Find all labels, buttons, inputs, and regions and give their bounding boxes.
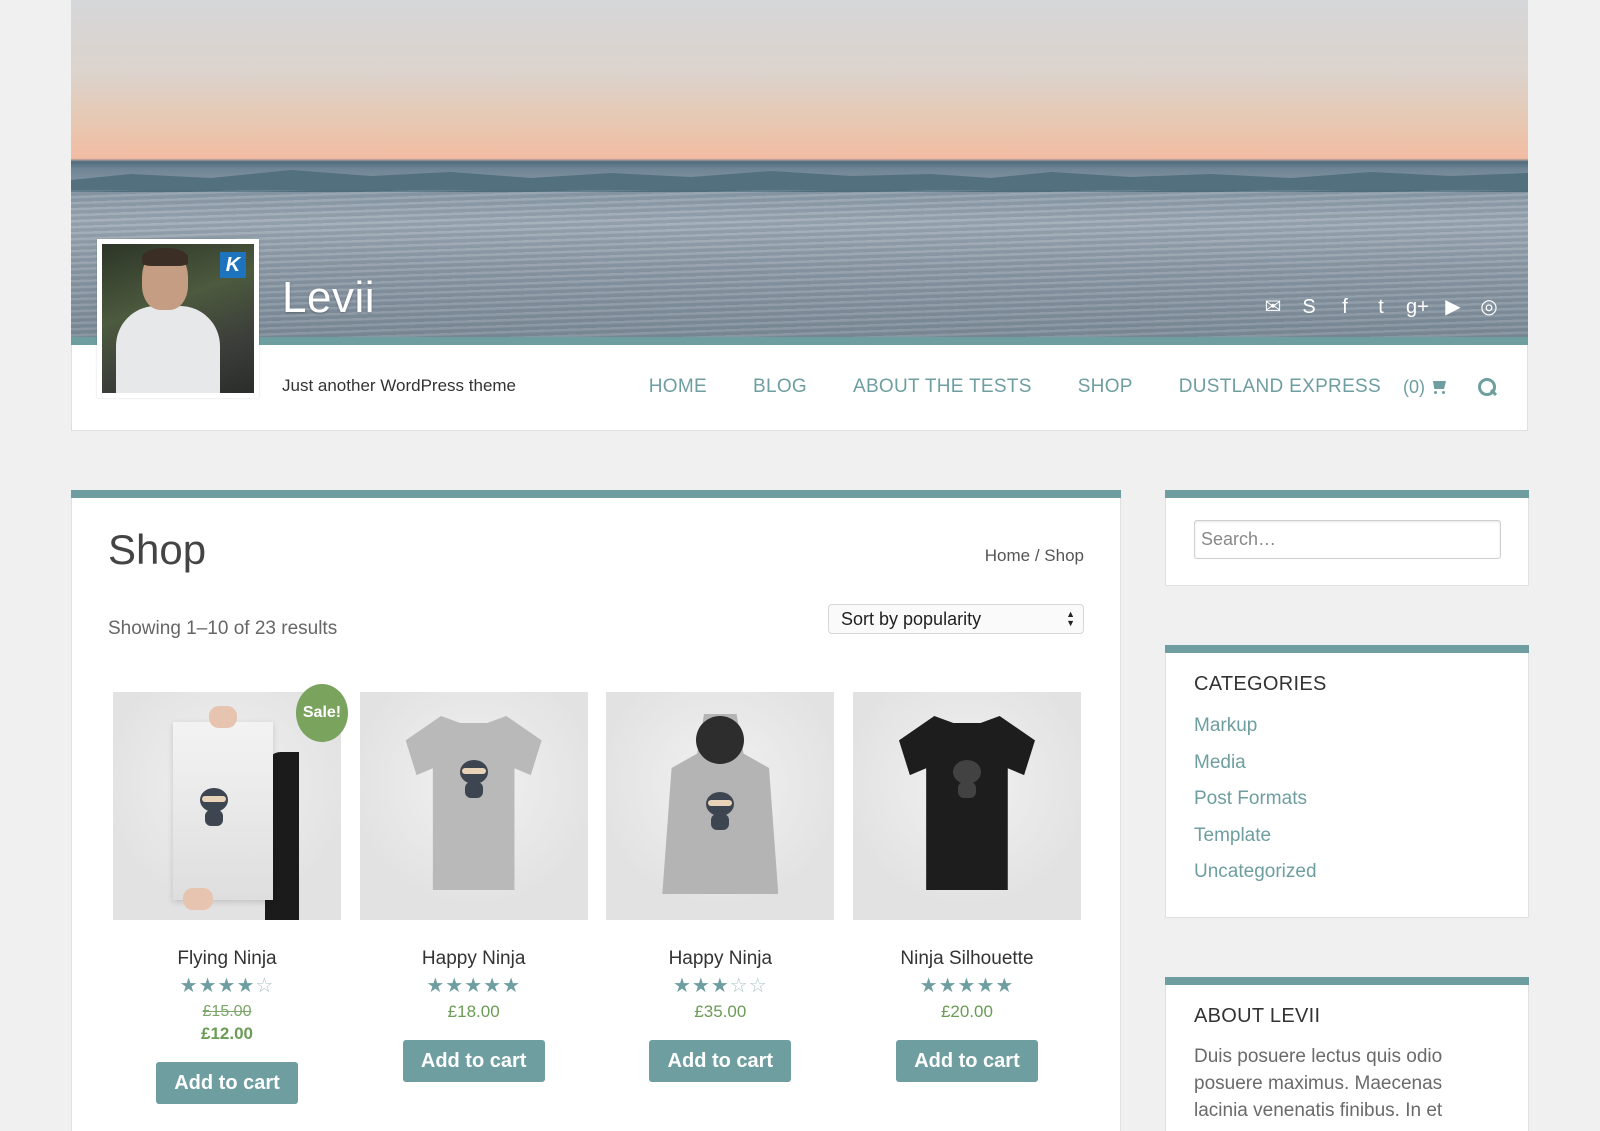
page-title: Shop [108, 526, 207, 573]
star-empty-icon: ☆ [729, 975, 749, 997]
product-grid: Sale! Flying Ninja ★★★★☆ £15.00 £12.00 A… [113, 684, 1081, 1104]
product-price: £18.00 [447, 1002, 500, 1021]
star-filled-icon: ★ [217, 975, 237, 997]
star-filled-icon: ★ [710, 975, 730, 997]
categories-widget: CATEGORIES Markup Media Post Formats Tem… [1165, 645, 1529, 918]
twitter-icon[interactable]: t [1370, 296, 1392, 318]
category-link[interactable]: Uncategorized [1194, 861, 1317, 898]
product-card: Happy Ninja ★★★☆☆ £35.00 Add to cart [606, 692, 835, 1104]
avatar-shirt [116, 306, 220, 393]
product-card: Happy Ninja ★★★★★ £18.00 Add to cart [359, 692, 588, 1104]
product-rating: ★★★★★ [360, 976, 588, 996]
product-price: £35.00 [694, 1002, 747, 1021]
product-rating: ★★★★★ [853, 976, 1081, 996]
product-image[interactable] [359, 692, 588, 920]
product-image[interactable] [852, 692, 1081, 920]
cart-link[interactable]: (0) [1403, 377, 1448, 398]
nav-shop[interactable]: SHOP [1078, 376, 1133, 398]
site-tagline: Just another WordPress theme [282, 376, 517, 395]
search-input[interactable] [1194, 520, 1501, 559]
category-link[interactable]: Markup [1194, 715, 1317, 752]
site-avatar[interactable]: K [97, 239, 259, 398]
star-filled-icon: ★ [957, 975, 977, 997]
product-rating: ★★★★☆ [113, 976, 341, 996]
result-count: Showing 1–10 of 23 results [108, 618, 338, 639]
select-arrows-icon: ▲ ▼ [1066, 609, 1075, 628]
add-to-cart-button[interactable]: Add to cart [895, 1040, 1038, 1082]
sort-select[interactable]: Sort by popularity ▲ ▼ [828, 604, 1084, 634]
breadcrumb-home[interactable]: Home [985, 546, 1030, 565]
category-link[interactable]: Template [1194, 825, 1317, 862]
star-empty-icon: ☆ [255, 975, 275, 997]
nav-dustland-express[interactable]: DUSTLAND EXPRESS [1179, 376, 1381, 398]
nav-blog[interactable]: BLOG [753, 376, 807, 398]
add-to-cart-button[interactable]: Add to cart [649, 1040, 792, 1082]
star-filled-icon: ★ [502, 975, 521, 997]
avatar-photo: K [102, 244, 254, 393]
star-filled-icon: ★ [483, 975, 503, 997]
star-filled-icon: ★ [445, 975, 465, 997]
site-title[interactable]: Levii [282, 273, 375, 323]
avatar-hair [142, 248, 188, 266]
breadcrumb-current: Shop [1044, 546, 1084, 565]
facebook-icon[interactable]: f [1334, 296, 1356, 318]
widget-title: CATEGORIES [1194, 673, 1327, 695]
site-header: K Levii Just another WordPress theme ✉ S… [71, 0, 1528, 431]
instagram-icon[interactable]: ◎ [1478, 296, 1500, 318]
product-price-original: £15.00 [202, 1003, 252, 1020]
skype-icon[interactable]: S [1298, 296, 1320, 318]
star-filled-icon: ★ [198, 975, 218, 997]
mail-icon[interactable]: ✉ [1262, 296, 1284, 318]
star-filled-icon: ★ [179, 975, 199, 997]
star-empty-icon: ☆ [748, 975, 768, 997]
star-filled-icon: ★ [672, 975, 692, 997]
search-widget [1165, 490, 1529, 586]
star-filled-icon: ★ [919, 975, 939, 997]
add-to-cart-button[interactable]: Add to cart [402, 1040, 545, 1082]
product-name[interactable]: Flying Ninja [113, 948, 341, 970]
sort-selected-value: Sort by popularity [841, 609, 982, 629]
google-plus-icon[interactable]: g+ [1406, 296, 1429, 318]
product-price: £20.00 [940, 1002, 993, 1021]
breadcrumb: Home / Shop [985, 546, 1084, 566]
star-filled-icon: ★ [426, 975, 446, 997]
widget-title: ABOUT LEVII [1194, 1005, 1321, 1027]
nav-home[interactable]: HOME [649, 376, 707, 398]
header-accent-bar [71, 337, 1528, 345]
star-filled-icon: ★ [938, 975, 958, 997]
social-links: ✉ S f t g+ ▶ ◎ [1262, 296, 1500, 318]
cart-count: (0) [1403, 376, 1425, 397]
nav-about-the-tests[interactable]: ABOUT THE TESTS [853, 376, 1032, 398]
breadcrumb-separator: / [1030, 546, 1045, 565]
star-filled-icon: ★ [691, 975, 711, 997]
main-navigation: HOME BLOG ABOUT THE TESTS SHOP DUSTLAND … [603, 376, 1498, 398]
product-image[interactable] [606, 692, 835, 920]
product-rating: ★★★☆☆ [606, 976, 834, 996]
product-card: Sale! Flying Ninja ★★★★☆ £15.00 £12.00 A… [113, 684, 348, 1104]
star-filled-icon: ★ [236, 975, 256, 997]
sale-badge: Sale! [296, 684, 348, 742]
product-name[interactable]: Happy Ninja [360, 948, 588, 970]
category-link[interactable]: Post Formats [1194, 788, 1317, 825]
youtube-icon[interactable]: ▶ [1442, 296, 1464, 318]
about-text: Duis posuere lectus quis odio posuere ma… [1194, 1046, 1443, 1121]
product-name[interactable]: Ninja Silhouette [853, 948, 1081, 970]
shop-content: Shop Home / Shop Showing 1–10 of 23 resu… [71, 490, 1121, 1131]
product-card: Ninja Silhouette ★★★★★ £20.00 Add to car… [852, 692, 1081, 1104]
add-to-cart-button[interactable]: Add to cart [156, 1062, 298, 1104]
about-widget: ABOUT LEVII Duis posuere lectus quis odi… [1165, 977, 1529, 1131]
star-filled-icon: ★ [976, 975, 996, 997]
cart-icon [1430, 380, 1448, 394]
k-logo-icon: K [220, 252, 246, 278]
category-list: Markup Media Post Formats Template Uncat… [1194, 715, 1317, 898]
product-price: £12.00 [201, 1024, 253, 1043]
product-name[interactable]: Happy Ninja [606, 948, 834, 970]
search-icon[interactable] [1476, 376, 1498, 398]
category-link[interactable]: Media [1194, 752, 1317, 789]
star-filled-icon: ★ [464, 975, 484, 997]
star-filled-icon: ★ [995, 975, 1015, 997]
